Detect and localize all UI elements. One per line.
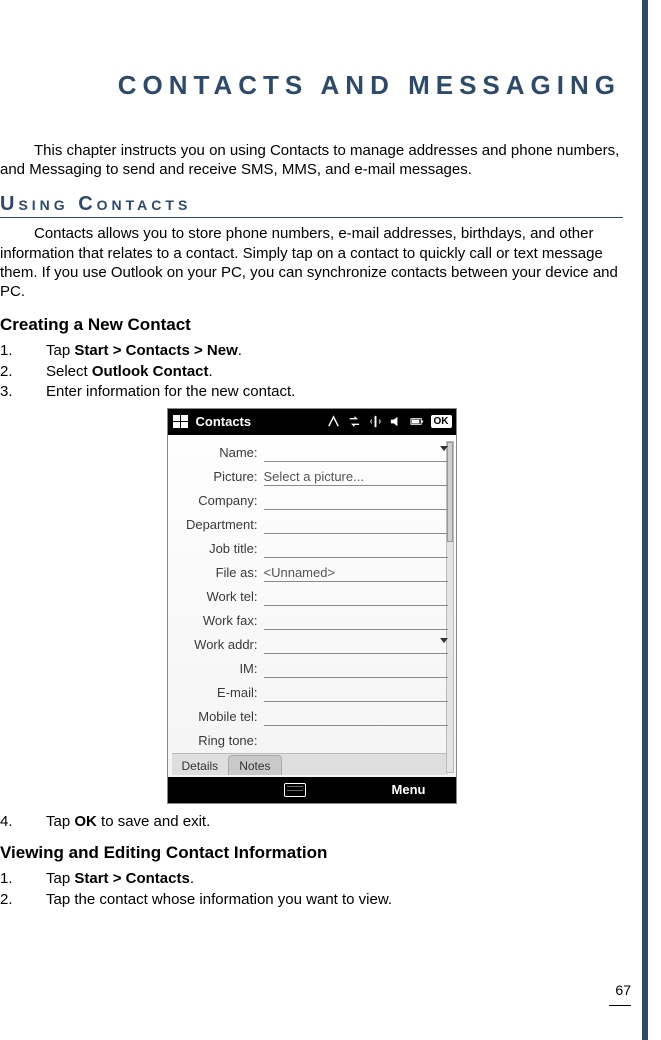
step-4: Tap OK to save and exit. [0,812,623,832]
label-workfax: Work fax: [172,613,264,628]
start-icon[interactable] [172,413,190,431]
label-job: Job title: [172,541,264,556]
page-right-rule [642,0,648,1040]
section-body: Contacts allows you to store phone numbe… [0,224,623,301]
field-company[interactable] [264,492,448,510]
chevron-down-icon[interactable] [440,446,448,451]
label-ringtone: Ring tone: [172,733,264,748]
connectivity-icon[interactable] [326,414,341,429]
screenshot-title: Contacts [196,414,252,429]
tab-details[interactable]: Details [172,756,229,775]
label-worktel: Work tel: [172,589,264,604]
field-workfax[interactable] [264,612,448,630]
field-im[interactable] [264,660,448,678]
softkey-menu[interactable]: Menu [392,782,426,797]
label-department: Department: [172,517,264,532]
chapter-title: Contacts and Messaging [0,70,623,101]
sync-icon[interactable] [347,414,362,429]
step-v2: Tap the contact whose information you wa… [0,890,623,910]
label-fileas: File as: [172,565,264,580]
subhead-viewing: Viewing and Editing Contact Information [0,843,623,863]
page-number: 67 [615,982,631,998]
field-workaddr[interactable] [264,636,448,654]
ok-button[interactable]: OK [431,415,452,428]
step-3: Enter information for the new contact. [0,382,623,402]
field-name[interactable] [264,444,448,462]
field-department[interactable] [264,516,448,534]
field-ringtone[interactable] [264,732,448,750]
label-email: E-mail: [172,685,264,700]
battery-icon[interactable] [410,414,425,429]
tab-notes[interactable]: Notes [228,755,281,775]
field-mobile[interactable] [264,708,448,726]
screenshot-topbar: Contacts OK [168,409,456,435]
page-number-rule [609,1005,631,1006]
screenshot-form: Name: Picture:Select a picture... Compan… [168,435,456,777]
steps-creating-after: Tap OK to save and exit. [0,812,623,832]
keyboard-icon[interactable] [284,783,306,797]
label-im: IM: [172,661,264,676]
volume-icon[interactable] [389,414,404,429]
field-email[interactable] [264,684,448,702]
field-worktel[interactable] [264,588,448,606]
label-workaddr: Work addr: [172,637,264,652]
label-mobile: Mobile tel: [172,709,264,724]
step-v1: Tap Start > Contacts. [0,869,623,889]
step-2: Select Outlook Contact. [0,362,623,382]
label-picture: Picture: [172,469,264,484]
screenshot-bottombar: Menu [168,777,456,803]
screenshot-tabs: Details Notes [172,753,448,775]
section-using-contacts: Using Contacts [0,193,623,218]
steps-creating: Tap Start > Contacts > New. Select Outlo… [0,341,623,402]
step-1: Tap Start > Contacts > New. [0,341,623,361]
field-job[interactable] [264,540,448,558]
intro-paragraph: This chapter instructs you on using Cont… [0,141,623,179]
field-picture[interactable]: Select a picture... [264,468,448,486]
device-screenshot: Contacts OK Name: Picture:Select a pictu… [167,408,457,804]
signal-icon[interactable] [368,414,383,429]
label-name: Name: [172,445,264,460]
field-fileas[interactable]: <Unnamed> [264,564,448,582]
steps-viewing: Tap Start > Contacts. Tap the contact wh… [0,869,623,909]
chevron-down-icon[interactable] [440,638,448,643]
subhead-creating: Creating a New Contact [0,315,623,335]
label-company: Company: [172,493,264,508]
